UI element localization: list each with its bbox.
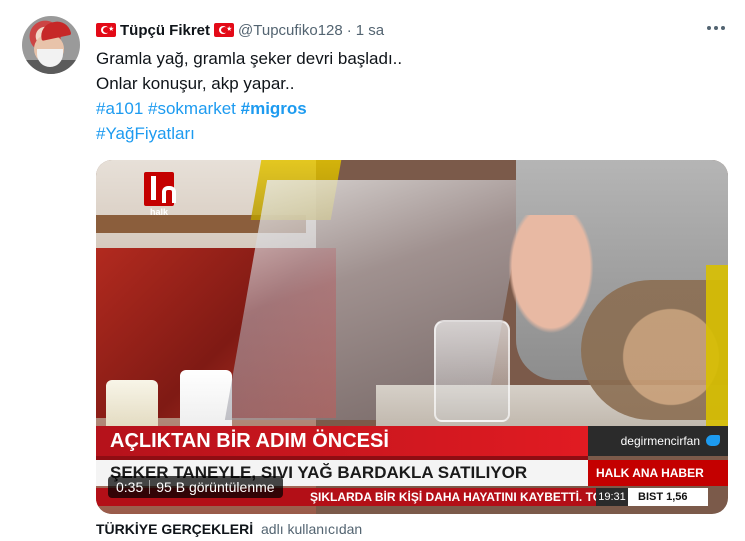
attribution-via: adlı kullanıcıdan [261,521,363,537]
view-count: 95 B görüntülenme [156,479,275,495]
avatar-santa-hat [38,19,72,41]
more-options-icon[interactable] [707,24,725,32]
news-headline: AÇLIKTAN BİR ADIM ÖNCESİ [96,426,588,456]
twitter-bird-icon [706,435,720,446]
author-name[interactable]: Tüpçü Fikret [120,22,210,39]
lower-third: AÇLIKTAN BİR ADIM ÖNCESİ degirmencirfan … [96,426,728,514]
separator-dot: · [346,21,352,39]
hashtag-row: #a101 #sokmarket #migros [96,96,696,121]
tweet-text-line: Gramla yağ, gramla şeker devri başladı.. [96,49,403,68]
attribution-source[interactable]: TÜRKİYE GERÇEKLERİ [96,521,253,537]
turkey-flag-icon: ★ [214,23,235,37]
logo-subtext: halk [149,207,168,217]
media-attribution: TÜRKİYE GERÇEKLERİ adlı kullanıcıdan [96,521,362,537]
yellow-post [706,265,728,445]
logo-box [144,172,176,206]
tweet-header: ★ Tüpçü Fikret ★ @Tupcufiko128 · 1 sa [96,20,384,40]
market-value: 1,56 [666,491,688,503]
hashtag-migros[interactable]: #migros [241,99,307,118]
show-name: HALK ANA HABER [588,460,728,486]
avatar[interactable] [22,16,80,74]
tweet-text-line: Onlar konuşur, akp yapar.. [96,74,295,93]
tweet-card[interactable]: ★ Tüpçü Fikret ★ @Tupcufiko128 · 1 sa Gr… [0,0,745,541]
video-duration: 0:35 [116,479,144,495]
market-label: BIST [638,491,664,503]
broadcast-clock: 19:31 [596,488,628,506]
video-info-overlay: 0:35 95 B görüntülenme [108,476,283,498]
halk-tv-logo: halk [144,172,176,224]
reporter-handle-box: degirmencirfan [588,426,728,456]
tweet-text: Gramla yağ, gramla şeker devri başladı..… [96,46,696,146]
measuring-glass [434,320,510,422]
author-handle[interactable]: @Tupcufiko128 [238,22,343,39]
video-player[interactable]: halk AÇLIKTAN BİR ADIM ÖNCESİ degirmenci… [96,160,728,514]
market-index: BIST 1,56 [628,488,708,506]
logo-letter [151,176,176,203]
hashtag-row: #YağFiyatları [96,121,696,146]
reporter-handle: degirmencirfan [620,434,700,448]
turkey-flag-icon: ★ [96,23,116,37]
hashtag-sokmarket[interactable]: #sokmarket [148,99,236,118]
hashtag-a101[interactable]: #a101 [96,99,143,118]
overlay-separator [149,480,151,494]
tweet-time[interactable]: 1 sa [356,22,384,39]
hashtag-yagfiyatlari[interactable]: #YağFiyatları [96,124,195,143]
